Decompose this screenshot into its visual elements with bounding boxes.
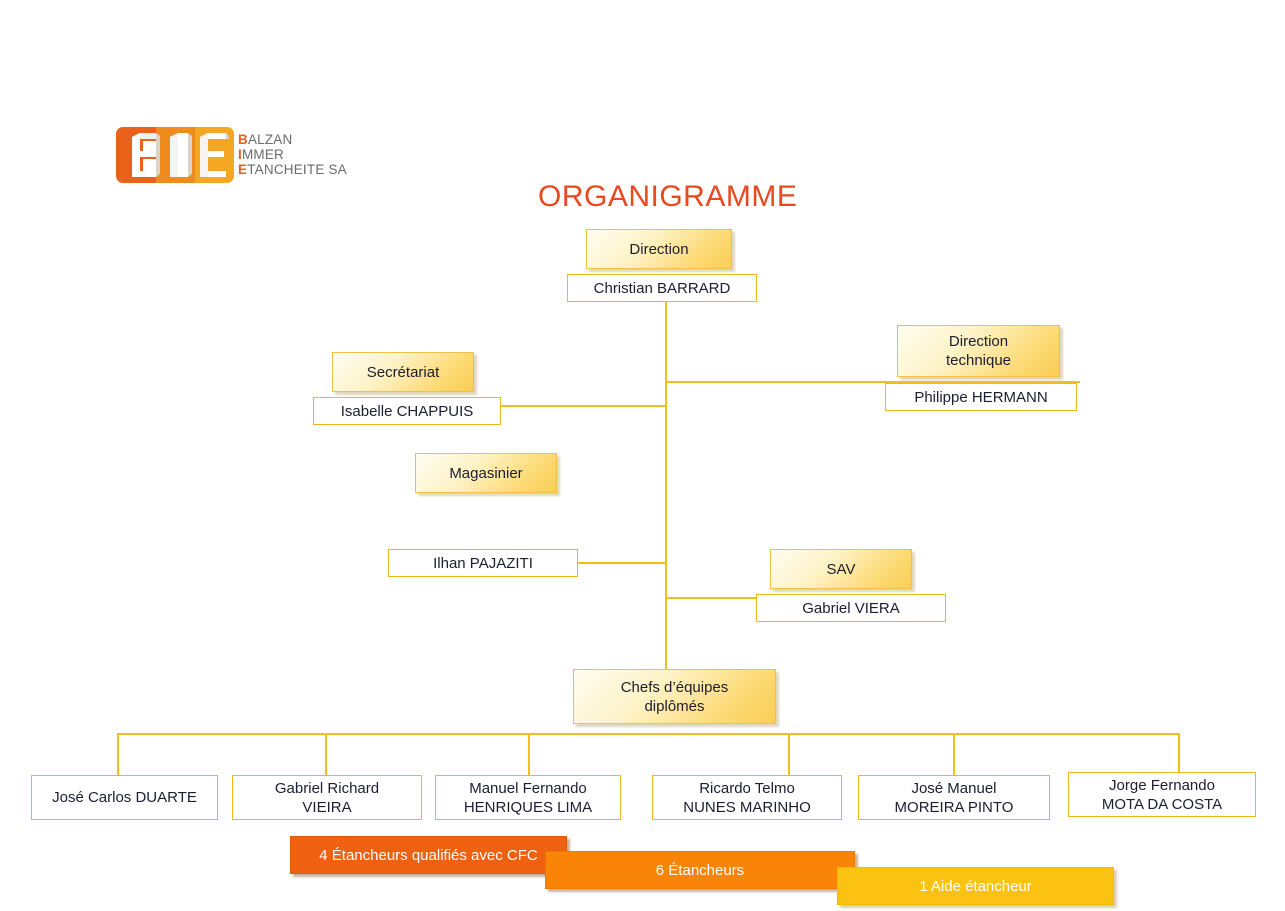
role-chefs-line1: Chefs d’équipes [620, 678, 729, 696]
name-box-secretariat[interactable]: Isabelle CHAPPUIS [313, 397, 501, 425]
role-box-magasinier-label: Magasinier [449, 464, 523, 482]
role-box-sav-label: SAV [826, 560, 856, 578]
organigramme-canvas: BALZAN IMMER ETANCHEITE SA ORGANIGRAMME … [0, 0, 1285, 911]
team-leader-2-line1: Gabriel Richard [274, 779, 380, 797]
connector-drop-3 [528, 733, 530, 775]
workforce-bar-1-label: 4 Étancheurs qualifiés avec CFC [319, 846, 538, 864]
name-box-sav-label: Gabriel VIERA [802, 599, 900, 617]
workforce-bar-etancheurs[interactable]: 6 Étancheurs [545, 851, 855, 889]
team-leader-5-line2: MOREIRA PINTO [894, 798, 1014, 816]
team-leader-2-label: Gabriel Richard VIEIRA [275, 779, 379, 817]
name-box-direction-technique-label: Philippe HERMANN [914, 388, 1048, 406]
name-box-team-leader-3[interactable]: Manuel Fernando HENRIQUES LIMA [435, 775, 621, 820]
name-box-direction-technique[interactable]: Philippe HERMANN [885, 383, 1077, 411]
connector-drop-6 [1178, 733, 1180, 775]
team-leader-6-label: Jorge Fernando MOTA DA COSTA [1102, 776, 1222, 814]
role-box-secretariat-label: Secrétariat [366, 363, 440, 381]
workforce-bar-3-label: 1 Aide étancheur [919, 877, 1032, 895]
name-box-secretariat-label: Isabelle CHAPPUIS [340, 402, 474, 420]
role-box-chefs-equipes[interactable]: Chefs d’équipes diplômés [573, 669, 776, 724]
team-leader-4-line2: NUNES MARINHO [683, 798, 811, 816]
connector-drop-1 [117, 733, 119, 775]
logo-wordmark: BALZAN IMMER ETANCHEITE SA [238, 132, 347, 177]
connector-team-bus [117, 733, 1179, 735]
name-box-team-leader-1[interactable]: José Carlos DUARTE [31, 775, 218, 820]
name-box-team-leader-5[interactable]: José Manuel MOREIRA PINTO [858, 775, 1050, 820]
connector-trunk-vertical [665, 300, 667, 670]
name-box-team-leader-6[interactable]: Jorge Fernando MOTA DA COSTA [1068, 772, 1256, 817]
logo-line-1-cap: B [238, 132, 248, 147]
role-box-secretariat[interactable]: Secrétariat [332, 352, 474, 392]
logo-line-2: IMMER [238, 147, 347, 162]
connector-drop-5 [953, 733, 955, 775]
name-box-sav[interactable]: Gabriel VIERA [756, 594, 946, 622]
role-dt-line2: technique [945, 352, 1012, 369]
role-dt-line1: Direction [948, 333, 1009, 350]
role-box-magasinier[interactable]: Magasinier [415, 453, 557, 493]
team-leader-2-line2: VIEIRA [302, 798, 352, 816]
team-leader-6-line2: MOTA DA COSTA [1101, 795, 1223, 813]
role-box-sav[interactable]: SAV [770, 549, 912, 589]
company-logo: BALZAN IMMER ETANCHEITE SA [116, 127, 361, 183]
team-leader-6-line1: Jorge Fernando [1109, 776, 1215, 794]
logo-line-3: ETANCHEITE SA [238, 162, 347, 177]
role-chefs-line2: diplômés [644, 697, 705, 715]
team-leader-3-line1: Manuel Fernando [469, 779, 587, 797]
team-leader-4-label: Ricardo Telmo NUNES MARINHO [683, 779, 811, 817]
team-leader-5-line1: José Manuel [911, 779, 997, 797]
logo-line-1: BALZAN [238, 132, 347, 147]
name-box-team-leader-4[interactable]: Ricardo Telmo NUNES MARINHO [652, 775, 842, 820]
name-box-team-leader-2[interactable]: Gabriel Richard VIEIRA [232, 775, 422, 820]
team-leader-5-label: José Manuel MOREIRA PINTO [895, 779, 1014, 817]
logo-line-3-rest: TANCHEITE SA [247, 162, 347, 177]
name-box-direction[interactable]: Christian BARRARD [567, 274, 757, 302]
role-box-direction-label: Direction [629, 240, 689, 258]
role-box-direction-technique[interactable]: Direction technique [897, 325, 1060, 377]
team-leader-1-label: José Carlos DUARTE [52, 788, 197, 807]
role-box-direction[interactable]: Direction [586, 229, 732, 269]
workforce-bar-2-label: 6 Étancheurs [655, 861, 745, 879]
connector-to-magasinier [577, 562, 666, 564]
workforce-bar-etancheurs-cfc[interactable]: 4 Étancheurs qualifiés avec CFC [290, 836, 567, 874]
team-leader-3-label: Manuel Fernando HENRIQUES LIMA [464, 779, 592, 817]
team-leader-3-line2: HENRIQUES LIMA [463, 798, 593, 816]
connector-to-secretariat [500, 405, 666, 407]
logo-line-3-cap: E [238, 162, 248, 177]
logo-line-1-rest: ALZAN [247, 132, 293, 147]
page-title: ORGANIGRAMME [538, 180, 798, 213]
workforce-bar-aide-etancheur[interactable]: 1 Aide étancheur [837, 867, 1114, 905]
logo-line-2-rest: MMER [241, 147, 284, 162]
team-leader-4-line1: Ricardo Telmo [699, 779, 795, 797]
connector-drop-4 [788, 733, 790, 775]
name-box-direction-label: Christian BARRARD [593, 279, 731, 297]
role-box-chefs-equipes-label: Chefs d’équipes diplômés [621, 678, 729, 716]
connector-to-sav [665, 597, 757, 599]
name-box-magasinier-label: Ilhan PAJAZITI [433, 554, 533, 572]
role-box-direction-technique-label: Direction technique [946, 332, 1011, 370]
connector-drop-2 [325, 733, 327, 775]
logo-letters-bie-icon [116, 127, 234, 183]
name-box-magasinier[interactable]: Ilhan PAJAZITI [388, 549, 578, 577]
team-leader-1-line1: José Carlos DUARTE [52, 789, 197, 806]
